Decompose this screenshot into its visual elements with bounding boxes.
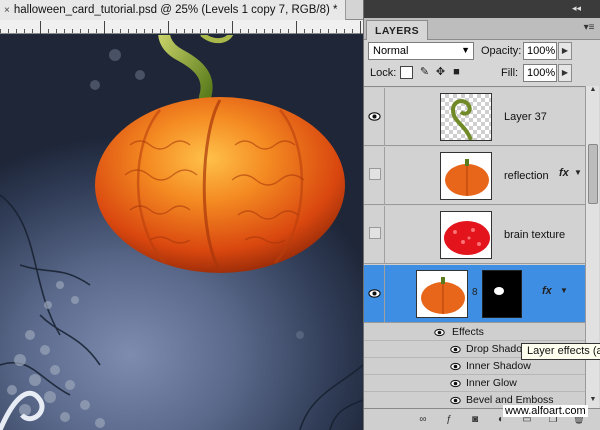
hidden-visibility-box[interactable] <box>369 168 381 180</box>
layer-thumbnail <box>416 270 468 318</box>
pumpkin-icon <box>445 159 489 196</box>
effect-name: Inner Shadow <box>466 360 531 372</box>
panel-menu-icon[interactable]: ▾≡ <box>581 22 597 36</box>
layer-row[interactable]: Layer 37 <box>364 88 585 146</box>
scroll-down-icon[interactable]: ▼ <box>586 396 600 408</box>
layer-name[interactable]: reflection <box>504 170 549 182</box>
eye-icon[interactable] <box>368 110 381 123</box>
eye-icon[interactable] <box>368 287 381 300</box>
eye-icon[interactable] <box>434 327 445 338</box>
blend-mode-select[interactable]: Normal ▼ <box>368 42 474 60</box>
ruler-tick <box>296 21 297 34</box>
tab-layers[interactable]: LAYERS <box>366 20 429 40</box>
mask-shape-icon <box>494 287 504 295</box>
fill-input[interactable]: 100% <box>523 64 557 82</box>
effect-row[interactable]: Inner Glow <box>364 375 585 392</box>
layers-panel: ◂◂ LAYERS ▾≡ Normal ▼ Opacity: 100% ▶ Lo… <box>363 0 600 430</box>
ruler-tick <box>168 21 169 34</box>
tooltip: Layer effects (al <box>521 343 600 360</box>
document-canvas[interactable] <box>0 35 363 430</box>
opacity-arrow-button[interactable]: ▶ <box>558 42 572 60</box>
panel-header[interactable]: ◂◂ <box>364 0 600 18</box>
link-layers-icon[interactable]: ∞ <box>416 413 430 427</box>
document-title: halloween_card_tutorial.psd @ 25% (Level… <box>13 4 338 16</box>
opacity-label: Opacity: <box>481 45 522 57</box>
eye-icon[interactable] <box>450 361 461 372</box>
chevron-down-icon[interactable]: ▼ <box>574 168 582 177</box>
stem-curl <box>200 35 234 44</box>
opacity-input[interactable]: 100% <box>523 42 557 60</box>
lock-brush-icon[interactable]: ✎ <box>418 66 431 79</box>
effects-group: Effects Drop Shadow Inner Shadow Inner G… <box>364 324 585 408</box>
vine-icon <box>450 99 473 140</box>
ruler-tick <box>232 21 233 34</box>
layer-name[interactable]: Layer 37 <box>504 111 547 123</box>
chevron-down-icon: ▼ <box>461 45 470 55</box>
close-icon[interactable]: × <box>4 5 10 16</box>
eye-icon[interactable] <box>450 344 461 355</box>
layer-effects-icon[interactable]: fx <box>559 167 569 179</box>
layer-thumbnail <box>440 211 492 259</box>
chevron-down-icon[interactable]: ▼ <box>560 286 568 295</box>
lock-label: Lock: <box>370 67 397 79</box>
layer-name[interactable]: brain texture <box>504 229 565 241</box>
layer-mask-thumbnail[interactable] <box>482 270 522 318</box>
fill-arrow-button[interactable]: ▶ <box>558 64 572 82</box>
effects-header[interactable]: Effects <box>364 324 585 341</box>
ruler-tick <box>104 21 105 34</box>
lock-row: Lock: ✎ ✥ ■ Fill: 100% ▶ <box>368 64 597 84</box>
lock-move-icon[interactable]: ✥ <box>434 66 447 79</box>
visibility-cell[interactable] <box>364 206 385 264</box>
fill-label: Fill: <box>501 67 519 79</box>
scroll-up-icon[interactable]: ▲ <box>586 86 600 98</box>
hidden-visibility-box[interactable] <box>369 227 381 239</box>
pumpkin-body <box>95 97 345 273</box>
link-icon[interactable]: 8 <box>472 287 478 298</box>
eye-icon[interactable] <box>450 395 461 406</box>
document-tab[interactable]: × halloween_card_tutorial.psd @ 25% (Lev… <box>0 0 347 20</box>
effects-label: Effects <box>452 326 484 338</box>
collapse-icon[interactable]: ◂◂ <box>572 3 581 14</box>
layer-thumbnail <box>440 152 492 200</box>
layer-row[interactable]: brain texture <box>364 206 585 264</box>
watermark: www.alfoart.com <box>503 405 588 417</box>
horizontal-ruler[interactable] <box>0 20 363 34</box>
lock-transparency-icon[interactable] <box>400 66 413 79</box>
layer-row-selected[interactable]: 8 fx ▼ <box>364 265 585 323</box>
layer-row[interactable]: reflection fx ▼ <box>364 147 585 205</box>
halloween-artwork <box>0 35 363 430</box>
lock-all-icon[interactable]: ■ <box>450 66 463 79</box>
pumpkin-stem <box>158 35 213 103</box>
visibility-cell[interactable] <box>364 265 385 323</box>
effect-name: Inner Glow <box>466 377 517 389</box>
blend-row: Normal ▼ Opacity: 100% ▶ <box>368 42 597 62</box>
ruler-tick <box>360 21 361 34</box>
add-mask-icon[interactable]: ◙ <box>468 413 482 427</box>
layer-thumbnail <box>440 93 492 141</box>
ruler-tick <box>40 21 41 34</box>
pumpkin-icon <box>421 277 465 314</box>
red-texture-icon <box>444 221 490 255</box>
visibility-cell[interactable] <box>364 147 385 205</box>
effect-row[interactable]: Inner Shadow <box>364 358 585 375</box>
blend-mode-value: Normal <box>373 45 409 57</box>
eye-icon[interactable] <box>450 378 461 389</box>
add-style-icon[interactable]: ƒ <box>442 413 456 427</box>
layer-effects-icon[interactable]: fx <box>542 285 552 297</box>
panel-tab-bar: LAYERS ▾≡ <box>364 18 600 40</box>
scrollbar-thumb[interactable] <box>588 144 598 204</box>
visibility-cell[interactable] <box>364 88 385 146</box>
